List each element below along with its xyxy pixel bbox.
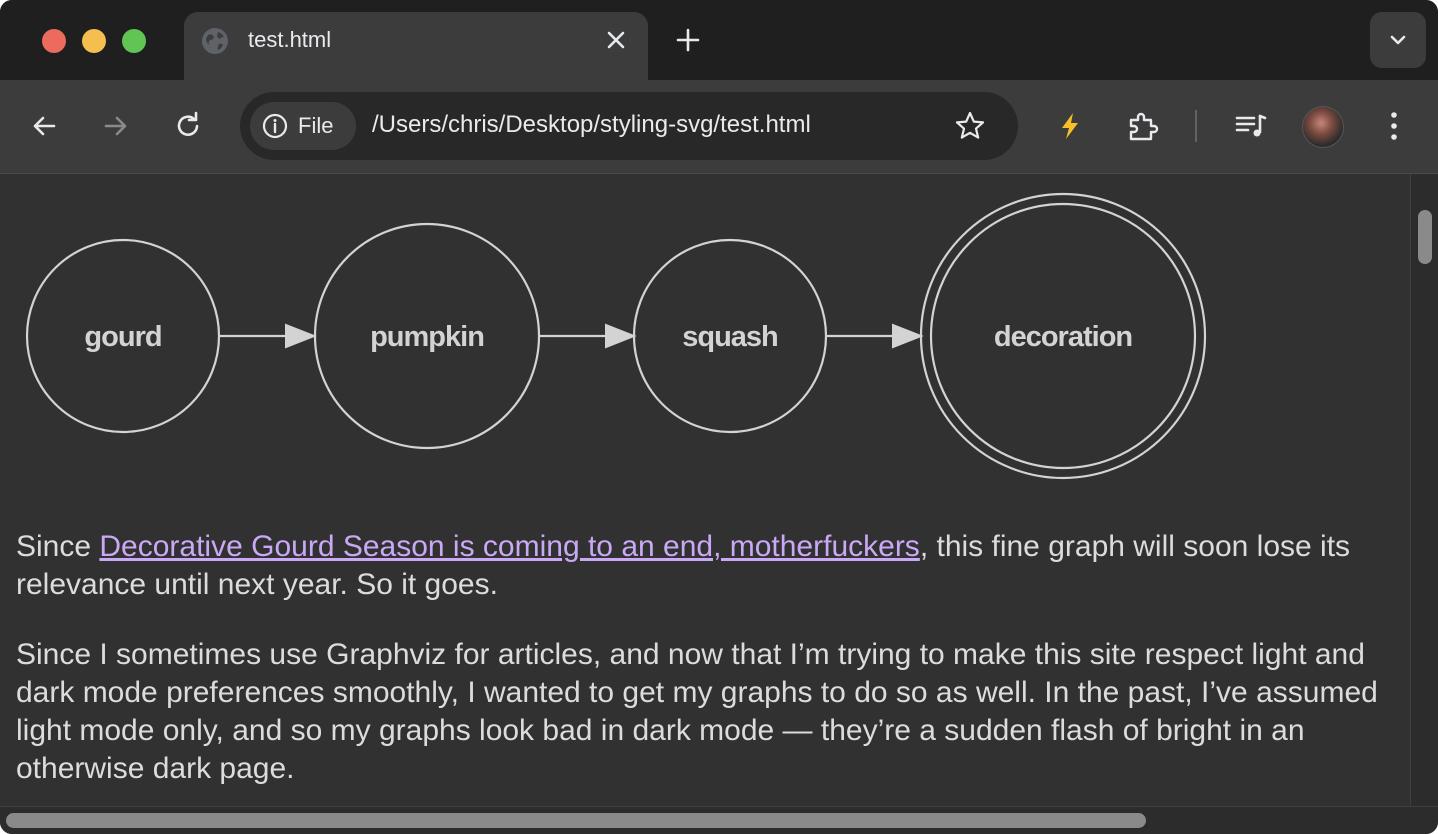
minimize-window-button[interactable] <box>82 29 106 53</box>
kebab-menu-icon[interactable] <box>1378 108 1410 144</box>
plus-icon[interactable] <box>672 24 704 56</box>
tab-title: test.html <box>248 27 332 52</box>
forward-arrow-icon[interactable] <box>100 110 132 142</box>
close-icon[interactable] <box>602 26 630 54</box>
star-icon[interactable] <box>954 110 986 142</box>
profile-avatar[interactable] <box>1302 106 1344 148</box>
edge-arrowhead <box>892 323 924 349</box>
edge-arrowhead <box>605 323 637 349</box>
article-link[interactable]: Decorative Gourd Season is coming to an … <box>99 530 919 563</box>
tab-strip: test.html <box>0 0 1438 80</box>
info-icon <box>262 113 288 139</box>
toolbar-divider <box>1195 110 1197 142</box>
puzzle-icon[interactable] <box>1126 110 1160 144</box>
paragraph-1: Since Decorative Gourd Season is coming … <box>16 528 1386 604</box>
node-label-pumpkin: pumpkin <box>370 321 484 353</box>
media-queue-icon[interactable] <box>1234 110 1268 142</box>
site-info-chip[interactable]: File <box>250 102 356 150</box>
node-label-gourd: gourd <box>84 321 161 353</box>
browser-window: test.html File /Users/chris/Desktop/styl… <box>0 0 1438 834</box>
vertical-scroll-thumb[interactable] <box>1418 210 1432 264</box>
zoom-window-button[interactable] <box>122 29 146 53</box>
paragraph-2: Since I sometimes use Graphviz for artic… <box>16 638 1378 785</box>
node-label-squash: squash <box>682 321 778 353</box>
address-bar[interactable]: File /Users/chris/Desktop/styling-svg/te… <box>240 92 1018 160</box>
horizontal-scrollbar[interactable] <box>0 806 1438 834</box>
tab-test-html[interactable]: test.html <box>184 12 648 80</box>
chevron-down-icon <box>1390 35 1406 45</box>
node-label-decoration: decoration <box>994 321 1132 353</box>
graphviz-graph: gourd pumpkin squash decoration <box>25 192 1207 480</box>
page-viewport: gourd pumpkin squash decoration Since De… <box>0 174 1410 806</box>
reload-icon[interactable] <box>172 110 204 142</box>
horizontal-scroll-thumb[interactable] <box>6 813 1146 828</box>
edge-arrowhead <box>285 323 317 349</box>
close-window-button[interactable] <box>42 29 66 53</box>
lightning-icon[interactable] <box>1054 110 1086 142</box>
site-info-label: File <box>298 113 334 138</box>
vertical-scrollbar[interactable] <box>1410 174 1438 806</box>
globe-icon <box>202 28 228 54</box>
toolbar: File /Users/chris/Desktop/styling-svg/te… <box>0 80 1438 174</box>
tab-search-button[interactable] <box>1370 12 1426 68</box>
p1-before: Since <box>16 530 100 563</box>
back-arrow-icon[interactable] <box>28 110 60 142</box>
url-text[interactable]: /Users/chris/Desktop/styling-svg/test.ht… <box>372 111 811 139</box>
